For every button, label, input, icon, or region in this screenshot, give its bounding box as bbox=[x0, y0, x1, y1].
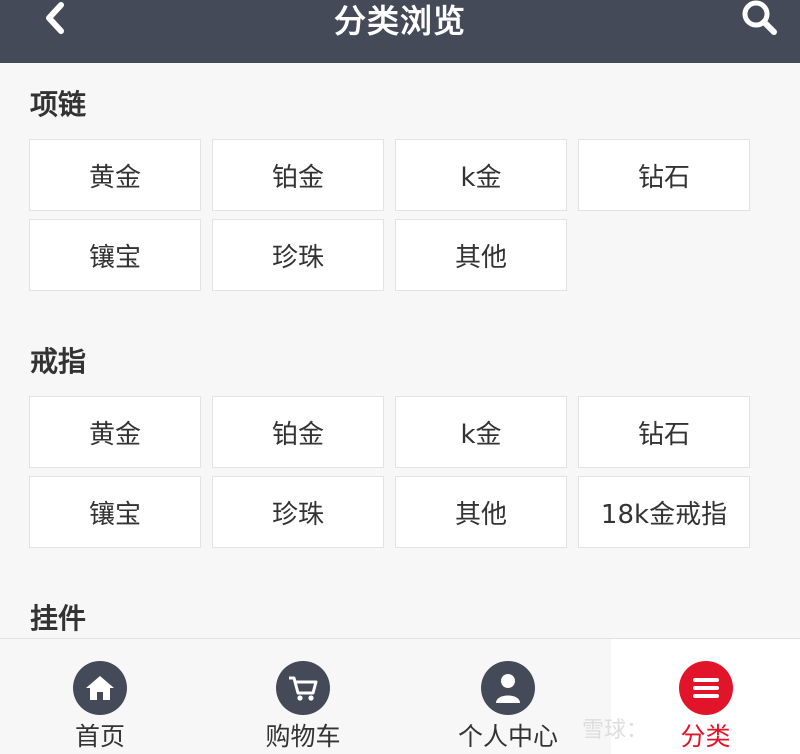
section-title: 挂件 bbox=[30, 602, 87, 635]
category-content: 项链 黄金 铂金 k金 钻石 镶宝 珍珠 其他 戒指 黄金 铂金 k金 钻石 镶… bbox=[0, 63, 800, 638]
tab-label: 个人中心 bbox=[457, 722, 558, 751]
section-title: 戒指 bbox=[30, 345, 87, 378]
menu-icon bbox=[678, 661, 733, 715]
tab-label: 购物车 bbox=[265, 722, 341, 751]
category-item[interactable]: 镶宝 bbox=[29, 219, 201, 291]
category-item[interactable]: 珍珠 bbox=[212, 476, 384, 548]
tab-cart[interactable]: 购物车 bbox=[203, 639, 403, 754]
category-item[interactable]: 镶宝 bbox=[29, 476, 201, 548]
bottom-tab-bar: 首页 购物车 个人中心 分类 bbox=[0, 638, 800, 754]
category-item[interactable]: 其他 bbox=[395, 476, 567, 548]
category-item[interactable]: 珍珠 bbox=[212, 219, 384, 291]
category-item[interactable]: k金 bbox=[395, 396, 567, 468]
section-title: 项链 bbox=[30, 88, 87, 121]
category-item[interactable]: 黄金 bbox=[29, 139, 201, 211]
tab-home[interactable]: 首页 bbox=[0, 639, 200, 754]
page-title: 分类浏览 bbox=[333, 2, 466, 40]
cart-icon bbox=[276, 661, 330, 715]
category-item[interactable]: 钻石 bbox=[578, 139, 750, 211]
category-item[interactable]: 钻石 bbox=[578, 396, 750, 468]
category-item[interactable]: 18k金戒指 bbox=[578, 476, 750, 548]
category-item[interactable]: 铂金 bbox=[212, 396, 384, 468]
home-icon bbox=[73, 661, 127, 715]
category-item[interactable]: k金 bbox=[395, 139, 567, 211]
tab-profile[interactable]: 个人中心 bbox=[408, 639, 608, 754]
search-button[interactable] bbox=[738, 0, 782, 38]
search-icon bbox=[742, 0, 777, 35]
top-header: 分类浏览 bbox=[0, 0, 800, 63]
category-item[interactable]: 其他 bbox=[395, 219, 567, 291]
category-item[interactable]: 铂金 bbox=[212, 139, 384, 211]
tab-label: 首页 bbox=[74, 722, 125, 751]
category-item[interactable]: 黄金 bbox=[29, 396, 201, 468]
watermark: 雪球： bbox=[582, 718, 649, 743]
user-icon bbox=[481, 661, 535, 715]
